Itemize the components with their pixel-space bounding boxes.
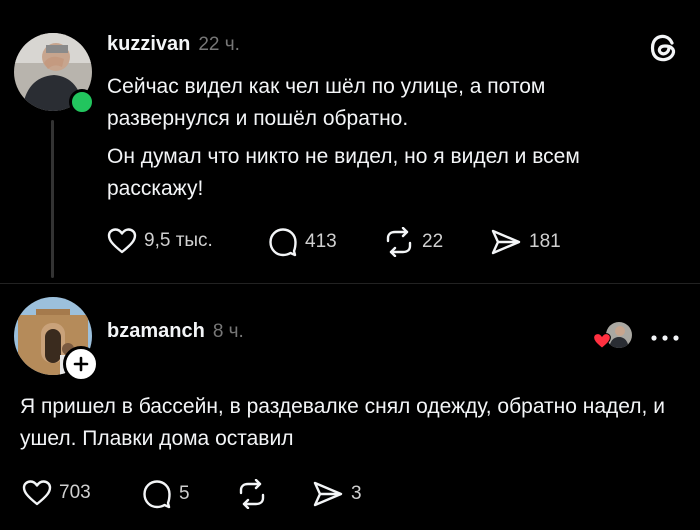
reply-reply-count: 5 (179, 483, 190, 504)
reply-time: 8 ч. (212, 321, 244, 342)
repost-count: 22 (422, 231, 444, 252)
like-button[interactable]: 9,5 тыс. (107, 227, 213, 255)
reply-text: Я пришел в бассейн, в раздевалке снял од… (20, 395, 665, 450)
send-icon (491, 229, 521, 255)
author-liked-badge (592, 320, 634, 352)
threads-logo-icon[interactable] (645, 30, 681, 66)
share-count: 181 (529, 231, 561, 252)
thread-line (51, 120, 54, 278)
post-text: Сейчас видел как чел шёл по улице, а пот… (107, 71, 647, 205)
comment-icon (143, 480, 171, 509)
post-paragraph-1: Сейчас видел как чел шёл по улице, а пот… (107, 75, 546, 130)
like-count: 9,5 тыс. (144, 230, 213, 251)
repost-button[interactable]: 22 (383, 227, 443, 257)
reply-share-count: 3 (351, 483, 362, 504)
reply-like-button[interactable]: 703 (22, 479, 91, 507)
heart-icon (107, 228, 137, 254)
reply-repost-button[interactable] (236, 479, 268, 509)
post-divider (0, 283, 700, 284)
send-icon (313, 481, 343, 507)
comment-icon (269, 228, 297, 257)
online-status-dot (69, 89, 95, 115)
heart-icon (22, 480, 52, 506)
reply-like-count: 703 (59, 482, 91, 503)
post-username[interactable]: kuzzivan (107, 33, 190, 56)
reply-header: bzamanch 8 ч. (107, 320, 244, 343)
reply-username[interactable]: bzamanch (107, 320, 205, 343)
follow-plus-icon (73, 356, 89, 372)
more-button[interactable] (650, 330, 680, 341)
heart-icon (593, 333, 611, 349)
post-paragraph-2: Он думал что никто не видел, но я видел … (107, 145, 580, 200)
reply-reply-button[interactable]: 5 (142, 479, 190, 509)
reply-share-button[interactable]: 3 (312, 479, 362, 509)
post-header: kuzzivan 22 ч. (107, 33, 240, 56)
post-time: 22 ч. (198, 34, 240, 55)
repost-icon (386, 227, 412, 257)
reply-count: 413 (305, 231, 337, 252)
repost-icon (239, 479, 265, 509)
share-button[interactable]: 181 (490, 227, 561, 257)
follow-plus-button[interactable] (63, 346, 99, 382)
reply-button[interactable]: 413 (268, 227, 337, 257)
more-icon (651, 335, 679, 341)
